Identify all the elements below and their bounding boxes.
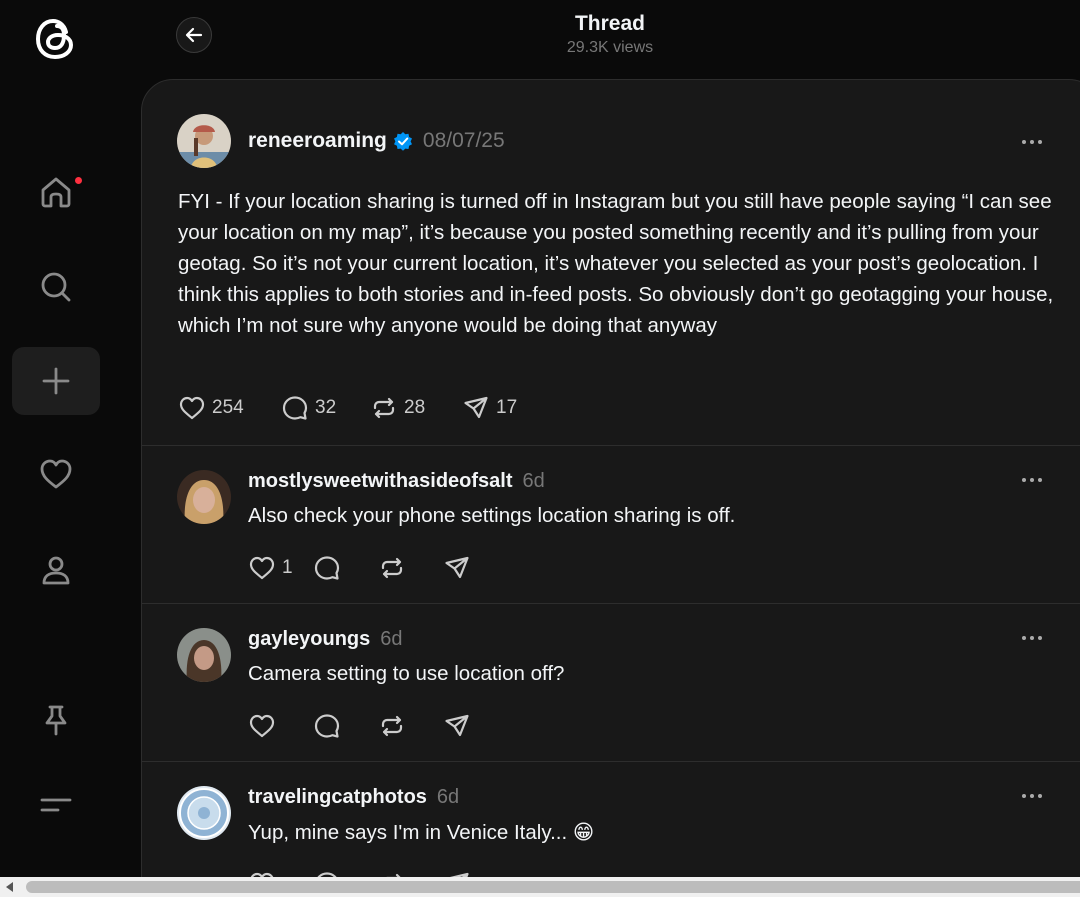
avatar[interactable] xyxy=(177,470,231,524)
arrow-left-icon xyxy=(185,27,203,43)
notification-dot xyxy=(73,175,84,186)
post-header: reneeroaming 08/07/25 xyxy=(248,129,505,153)
verified-badge-icon xyxy=(393,132,412,151)
reply-text: Camera setting to use location off? xyxy=(248,662,565,685)
repost-button[interactable] xyxy=(378,712,443,740)
reply-header: travelingcatphotos 6d xyxy=(248,786,459,809)
nav-home[interactable] xyxy=(12,158,100,226)
scrollbar-thumb[interactable] xyxy=(26,881,1080,893)
like-count: 254 xyxy=(212,397,244,418)
pin-icon xyxy=(45,705,67,736)
nav-activity[interactable] xyxy=(12,440,100,508)
plus-icon xyxy=(42,367,70,395)
avatar[interactable] xyxy=(177,786,231,840)
horizontal-scrollbar[interactable] xyxy=(0,877,1080,897)
share-icon xyxy=(445,556,469,579)
avatar[interactable] xyxy=(177,114,231,168)
repost-icon xyxy=(381,557,403,579)
repost-count: 28 xyxy=(404,397,426,418)
comment-button[interactable] xyxy=(313,712,378,740)
threads-logo[interactable] xyxy=(31,14,81,64)
username[interactable]: gayleyoungs xyxy=(248,628,370,651)
grin-emoji: 😁 xyxy=(572,821,595,844)
scroll-left-arrow-icon[interactable] xyxy=(6,882,13,892)
comment-icon xyxy=(282,396,308,420)
share-button[interactable] xyxy=(443,712,508,740)
nav-create[interactable] xyxy=(12,347,100,415)
post-date[interactable]: 08/07/25 xyxy=(423,129,505,153)
reply-time[interactable]: 6d xyxy=(523,470,545,493)
menu-icon xyxy=(40,798,72,812)
reply-text-content: Yup, mine says I'm in Venice Italy... xyxy=(248,821,568,844)
username[interactable]: reneeroaming xyxy=(248,129,387,153)
post-actions: 254 32 28 17 xyxy=(178,394,542,422)
more-options-icon[interactable] xyxy=(1020,470,1044,490)
page-title: Thread xyxy=(574,12,645,35)
home-icon xyxy=(41,177,71,208)
reply-text: Yup, mine says I'm in Venice Italy... 😁 xyxy=(248,820,594,845)
more-options-icon[interactable] xyxy=(1020,628,1044,648)
nav-search[interactable] xyxy=(12,253,100,321)
like-button[interactable]: 254 xyxy=(178,394,281,422)
nav-profile[interactable] xyxy=(12,536,100,604)
comment-count: 32 xyxy=(315,397,337,418)
comment-icon xyxy=(314,714,340,738)
thread-panel: reneeroaming 08/07/25 FYI - If your loca… xyxy=(141,79,1080,897)
share-count: 17 xyxy=(496,397,518,418)
nav-menu[interactable] xyxy=(12,771,100,839)
more-options-icon[interactable] xyxy=(1020,132,1044,152)
post-text: FYI - If your location sharing is turned… xyxy=(178,190,1054,337)
username[interactable]: mostlysweetwithasideofsalt xyxy=(248,470,513,493)
search-icon xyxy=(41,272,71,302)
nav-pin[interactable] xyxy=(12,686,100,754)
share-button[interactable]: 17 xyxy=(462,394,542,422)
comment-button[interactable] xyxy=(313,554,378,582)
comment-icon xyxy=(314,556,340,580)
like-button[interactable] xyxy=(248,712,313,740)
like-button[interactable]: 1 xyxy=(248,554,313,582)
repost-icon xyxy=(373,397,395,419)
reply-actions: 1 xyxy=(248,554,508,582)
share-icon xyxy=(445,714,469,737)
heart-icon xyxy=(179,396,205,420)
reply-item: gayleyoungs 6d Camera setting to use loc… xyxy=(142,604,1080,762)
repost-icon xyxy=(381,715,403,737)
reply-time[interactable]: 6d xyxy=(380,628,402,651)
back-button[interactable] xyxy=(176,17,212,53)
reply-header: mostlysweetwithasideofsalt 6d xyxy=(248,470,545,493)
heart-icon xyxy=(249,556,275,580)
reply-actions xyxy=(248,712,508,740)
reply-header: gayleyoungs 6d xyxy=(248,628,403,651)
more-options-icon[interactable] xyxy=(1020,786,1044,806)
view-count: 29.3K views xyxy=(566,39,654,56)
sidebar xyxy=(0,0,112,897)
repost-button[interactable]: 28 xyxy=(370,394,462,422)
main-post: reneeroaming 08/07/25 FYI - If your loca… xyxy=(142,80,1080,446)
page-header: Thread 29.3K views xyxy=(440,12,780,57)
like-count: 1 xyxy=(282,557,293,578)
heart-icon xyxy=(249,714,275,738)
threads-app: Thread 29.3K views reneeroaming 08/07/25… xyxy=(0,0,1080,897)
repost-button[interactable] xyxy=(378,554,443,582)
share-icon xyxy=(464,396,488,419)
reply-item: mostlysweetwithasideofsalt 6d Also check… xyxy=(142,446,1080,604)
avatar[interactable] xyxy=(177,628,231,682)
comment-button[interactable]: 32 xyxy=(281,394,370,422)
heart-icon xyxy=(40,459,72,489)
profile-icon xyxy=(42,556,70,585)
username[interactable]: travelingcatphotos xyxy=(248,786,427,809)
reply-text: Also check your phone settings location … xyxy=(248,504,736,527)
reply-time[interactable]: 6d xyxy=(437,786,459,809)
share-button[interactable] xyxy=(443,554,508,582)
